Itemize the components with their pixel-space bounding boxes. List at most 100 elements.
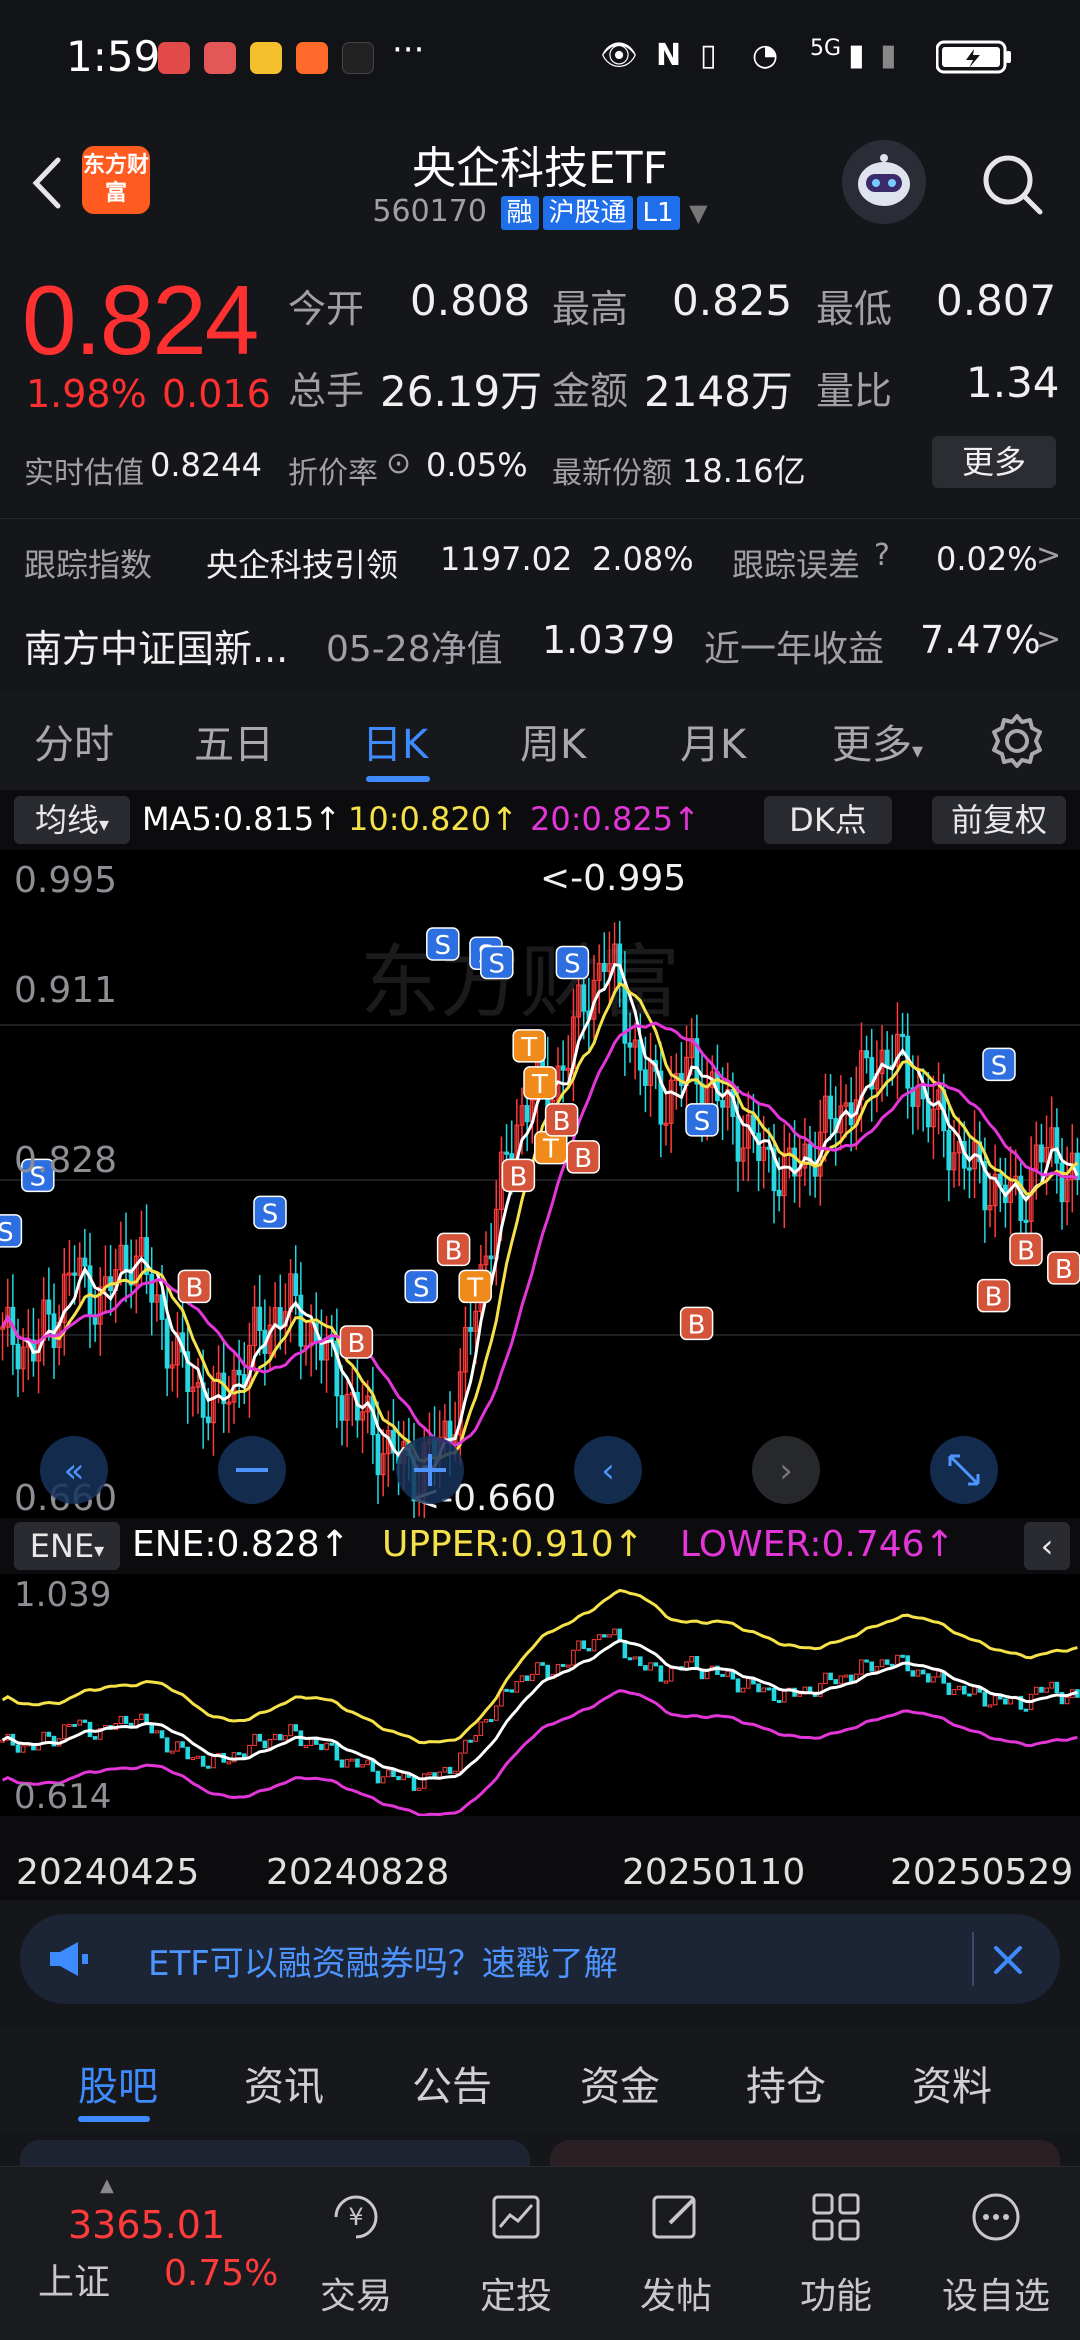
tab-capital-flow[interactable]: 资金 bbox=[580, 2054, 660, 2112]
candlestick-plot[interactable]: 东方财富 SSBSBSBTSSSBTTTBSBSBSBBB 0.995 0.91… bbox=[0, 850, 1080, 1518]
more-button[interactable]: 更多 bbox=[932, 436, 1056, 488]
ene-candle bbox=[617, 1628, 623, 1642]
tab-monthly-k[interactable]: 月K bbox=[680, 712, 746, 770]
wifi-icon: ◔ bbox=[752, 38, 779, 73]
ene-candle bbox=[447, 1766, 453, 1774]
nav-add-watchlist[interactable]: 设自选 bbox=[926, 2167, 1066, 2340]
tab-more[interactable]: 更多▾ bbox=[832, 712, 923, 770]
close-icon[interactable] bbox=[988, 1940, 1028, 1980]
scroll-left-fast-button[interactable]: « bbox=[40, 1436, 108, 1504]
tab-profile[interactable]: 资料 bbox=[912, 2054, 992, 2112]
ene-y-label-top: 1.039 bbox=[14, 1576, 111, 1615]
ene-candle bbox=[267, 1739, 273, 1749]
tab-news[interactable]: 资讯 bbox=[244, 2054, 324, 2112]
ene-candle bbox=[211, 1755, 216, 1769]
ene-candle bbox=[159, 1730, 165, 1739]
indicator-select[interactable]: 均线▾ bbox=[14, 796, 130, 844]
tab-forum[interactable]: 股吧 bbox=[78, 2054, 158, 2112]
nav-add-watchlist-label: 设自选 bbox=[941, 2276, 1050, 2317]
search-icon[interactable] bbox=[976, 148, 1048, 220]
ene-candle bbox=[946, 1682, 952, 1695]
collapse-panel-button[interactable]: ‹ bbox=[1024, 1522, 1070, 1570]
ene-candle bbox=[1039, 1686, 1044, 1693]
ene-indicator-select[interactable]: ENE▾ bbox=[14, 1522, 120, 1570]
zoom-out-button[interactable] bbox=[218, 1436, 286, 1504]
ene-candle bbox=[236, 1752, 242, 1756]
open-label: 今开 bbox=[288, 287, 365, 331]
divider bbox=[972, 1932, 974, 1986]
ene-candle bbox=[483, 1719, 489, 1723]
nav-fixed-invest[interactable]: 定投 bbox=[446, 2167, 586, 2340]
tab-daily-k[interactable]: 日K bbox=[362, 712, 428, 770]
fullscreen-button[interactable] bbox=[930, 1436, 998, 1504]
volume-label: 总手 bbox=[288, 369, 365, 413]
candle-body bbox=[1059, 1162, 1065, 1203]
ene-candle bbox=[20, 1745, 26, 1753]
market-index-shortcut[interactable]: ▲ 3365.01 上证 0.75% bbox=[20, 2167, 278, 2340]
signal-B-label: B bbox=[445, 1236, 463, 1266]
zoom-in-button[interactable] bbox=[396, 1436, 464, 1504]
ene-candle bbox=[658, 1665, 664, 1682]
index-value: 3365.01 bbox=[68, 2203, 226, 2247]
scroll-right-button[interactable]: › bbox=[752, 1436, 820, 1504]
ene-candle bbox=[478, 1721, 484, 1737]
ene-candle bbox=[15, 1744, 21, 1753]
candle-body bbox=[643, 1069, 648, 1086]
ene-candle bbox=[169, 1750, 175, 1754]
iopv-label: 实时估值 bbox=[24, 456, 144, 491]
ene-candle bbox=[910, 1670, 916, 1677]
help-icon[interactable]: ? bbox=[874, 538, 890, 573]
tab-intraday[interactable]: 分时 bbox=[34, 712, 114, 770]
ene-candle bbox=[586, 1647, 592, 1652]
ene-candle bbox=[1064, 1696, 1070, 1705]
divider bbox=[0, 518, 1080, 519]
ene-candle bbox=[838, 1675, 844, 1685]
signal-S-label: S bbox=[694, 1107, 711, 1137]
ene-candle bbox=[571, 1649, 576, 1666]
ene-candle bbox=[313, 1738, 319, 1745]
ene-candle bbox=[869, 1661, 875, 1672]
ene-candle bbox=[643, 1665, 648, 1671]
nav-post[interactable]: 发帖 bbox=[606, 2167, 746, 2340]
ene-candle bbox=[545, 1664, 551, 1679]
amount-value: 2148万 bbox=[644, 367, 793, 416]
ene-candle bbox=[879, 1659, 885, 1668]
ene-candle bbox=[745, 1678, 751, 1689]
tab-weekly-k[interactable]: 周K bbox=[520, 712, 586, 770]
scroll-left-button[interactable]: ‹ bbox=[574, 1436, 642, 1504]
nav-value: 1.0379 bbox=[542, 618, 675, 662]
nav-functions[interactable]: 功能 bbox=[766, 2167, 906, 2340]
ene-candle bbox=[992, 1695, 998, 1706]
status-bar: 1:59 ··· 👁 N ▯ ◔ 5G ▮ ▮ bbox=[0, 0, 1080, 120]
tab-holdings[interactable]: 持仓 bbox=[746, 2054, 826, 2112]
date-label-3: 20250529 bbox=[890, 1852, 1074, 1893]
ene-candle bbox=[493, 1705, 499, 1721]
promo-banner[interactable]: ETF可以融资融券吗？速戳了解 bbox=[20, 1914, 1060, 2004]
ene-candle bbox=[967, 1693, 972, 1697]
tab-announcements[interactable]: 公告 bbox=[412, 2054, 492, 2112]
ene-value: ENE:0.828↑ bbox=[132, 1524, 350, 1565]
ene-candle bbox=[735, 1678, 741, 1693]
dk-point-button[interactable]: DK点 bbox=[764, 796, 892, 844]
adjust-price-button[interactable]: 前复权 bbox=[932, 796, 1066, 844]
ene-candle bbox=[601, 1634, 607, 1638]
ene-candle bbox=[931, 1676, 936, 1683]
info-icon[interactable]: ⊙ bbox=[386, 446, 411, 481]
robot-assistant-avatar[interactable] bbox=[842, 140, 926, 224]
nav-trade[interactable]: ¥ 交易 bbox=[286, 2167, 426, 2340]
ene-candle bbox=[725, 1670, 731, 1677]
ene-candle bbox=[190, 1757, 196, 1761]
signal-B-label: B bbox=[1017, 1236, 1035, 1266]
settings-gear-icon[interactable] bbox=[988, 712, 1046, 770]
tab-five-day[interactable]: 五日 bbox=[194, 712, 274, 770]
ene-candle bbox=[961, 1685, 967, 1695]
k-line-chart[interactable]: 均线▾ MA5:0.815↑ 10:0.820↑ 20:0.825↑ DK点 前… bbox=[0, 790, 1080, 1900]
ene-candle bbox=[925, 1673, 931, 1683]
signal-S-label: S bbox=[564, 950, 581, 980]
ene-candle bbox=[591, 1639, 597, 1652]
signal-B-label: B bbox=[185, 1273, 203, 1303]
ma20-value: 20:0.825↑ bbox=[530, 800, 700, 838]
ene-candle bbox=[766, 1687, 772, 1691]
signal-S-label: S bbox=[991, 1051, 1008, 1081]
ene-plot[interactable]: 1.039 0.614 bbox=[0, 1576, 1080, 1816]
